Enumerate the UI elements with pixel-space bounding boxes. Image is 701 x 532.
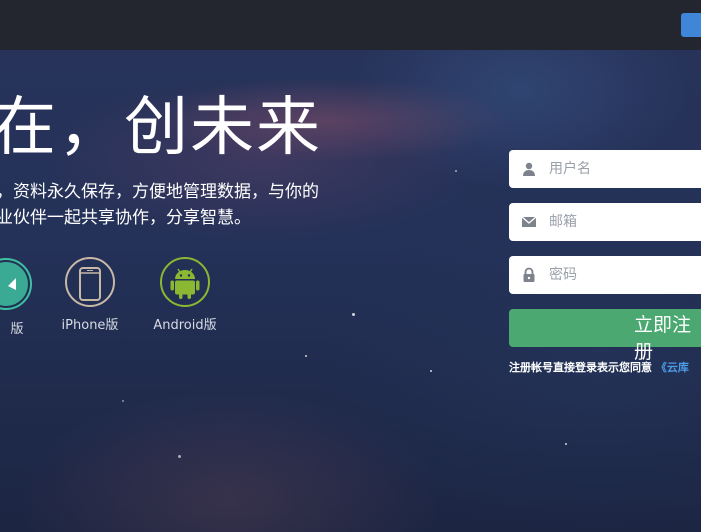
hero-description: ，资料永久保存，方便地管理数据，与你的 业伙伴一起共享协作，分享智慧。 [0, 179, 356, 231]
star-decoration [178, 455, 181, 458]
terms-agreement: 注册帐号直接登录表示您同意 《云库 [509, 359, 701, 375]
top-login-button[interactable] [681, 13, 701, 37]
star-decoration [352, 313, 355, 316]
user-icon [523, 162, 535, 176]
lock-icon [523, 267, 535, 282]
hero-description-line: ，资料永久保存，方便地管理数据，与你的 [0, 182, 319, 202]
top-navigation-bar [0, 0, 701, 50]
platform-label: 版 [10, 322, 24, 337]
mail-icon [521, 216, 537, 227]
platform-android-pad[interactable]: 版 [0, 258, 36, 337]
email-field-wrapper [509, 203, 701, 241]
android-pad-icon [0, 258, 32, 310]
username-field-wrapper [509, 150, 701, 188]
username-input[interactable] [549, 150, 699, 188]
hero-headline: 在，创未来 [0, 91, 322, 165]
password-input[interactable] [549, 256, 699, 294]
platform-label: Android版 [153, 318, 217, 333]
password-field-wrapper [509, 256, 701, 294]
star-decoration [430, 370, 432, 372]
android-robot-icon [160, 257, 210, 307]
star-decoration [565, 443, 567, 445]
register-button[interactable]: 立即注册 [509, 309, 701, 363]
email-input[interactable] [549, 203, 699, 241]
star-decoration [305, 355, 307, 357]
star-decoration [455, 170, 457, 172]
platform-android[interactable]: Android版 [150, 257, 220, 333]
hero-description-line: 业伙伴一起共享协作，分享智慧。 [0, 208, 251, 228]
platform-iphone[interactable]: iPhone版 [56, 257, 124, 333]
iphone-icon [65, 257, 115, 307]
terms-text: 注册帐号直接登录表示您同意 [509, 361, 656, 374]
star-decoration [122, 400, 124, 402]
terms-link[interactable]: 《云库 [656, 361, 689, 374]
platform-label: iPhone版 [61, 318, 119, 333]
